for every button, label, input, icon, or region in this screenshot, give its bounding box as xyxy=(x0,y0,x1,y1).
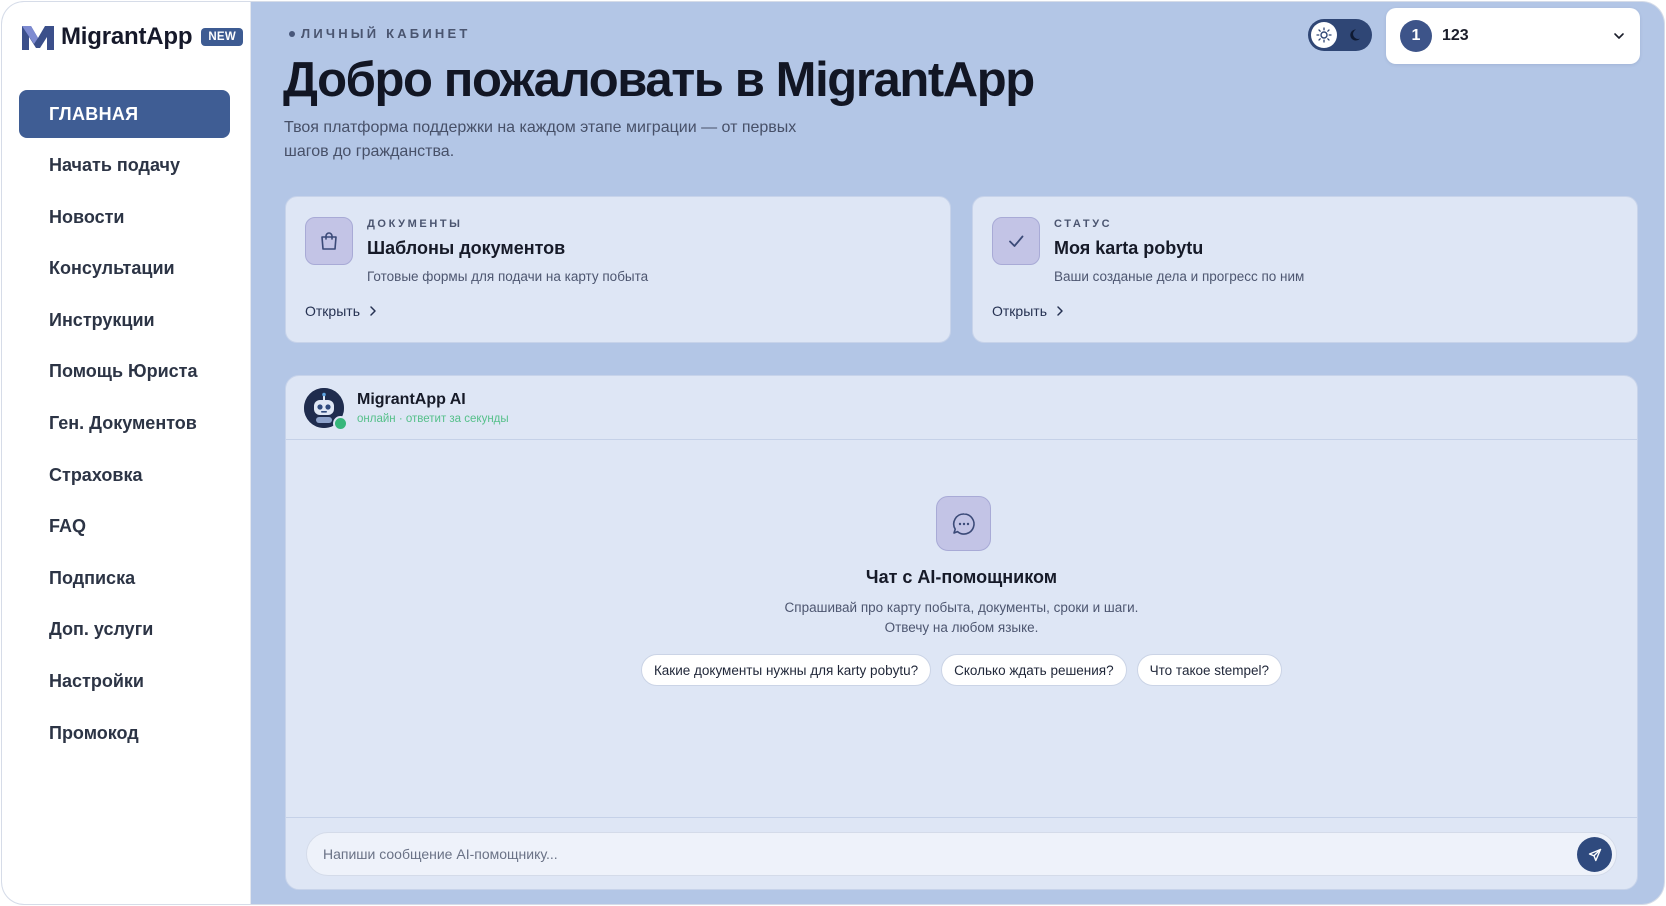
theme-toggle[interactable] xyxy=(1308,19,1372,51)
bot-name: MigrantApp AI xyxy=(357,391,466,408)
brand-name: MigrantApp xyxy=(61,23,193,50)
page-subtitle: Твоя платформа поддержки на каждом этапе… xyxy=(284,119,797,160)
open-link-label: Открыть xyxy=(992,303,1047,319)
eyebrow-label: ЛИЧНЫЙ КАБИНЕТ xyxy=(301,26,471,41)
suggestion-chip[interactable]: Какие документы нужны для karty pobytu? xyxy=(640,654,932,686)
chat-input-wrapper xyxy=(306,832,1617,876)
sidebar-item-promo-code[interactable]: Промокод xyxy=(19,709,230,757)
chat-empty-desc-line: Отвечу на любом языке. xyxy=(884,620,1039,635)
send-button[interactable] xyxy=(1577,837,1612,872)
sidebar-item-instructions[interactable]: Инструкции xyxy=(19,296,230,344)
avatar xyxy=(304,388,348,431)
sun-icon xyxy=(1311,22,1337,48)
sidebar-item-extra-services[interactable]: Доп. услуги xyxy=(19,606,230,654)
card-description: Ваши созданые дела и прогресс по ним xyxy=(1054,269,1305,284)
main-content: ЛИЧНЫЙ КАБИНЕТ Добро пожаловать в Migran… xyxy=(251,2,1664,904)
user-number-badge: 1 xyxy=(1400,20,1432,52)
sidebar-nav: ГЛАВНАЯ Начать подачу Новости Консультац… xyxy=(19,90,230,761)
shopping-bag-icon xyxy=(305,217,353,265)
sidebar: MigrantApp NEW ГЛАВНАЯ Начать подачу Нов… xyxy=(2,2,251,904)
chat-footer xyxy=(286,817,1637,889)
card-label: СТАТУС xyxy=(1054,218,1113,230)
sidebar-item-start-application[interactable]: Начать подачу xyxy=(19,142,230,190)
chat-empty-desc-line: Спрашивай про карту побыта, документы, с… xyxy=(784,600,1139,615)
eyebrow-dot-icon xyxy=(289,30,295,37)
chevron-down-icon xyxy=(1614,33,1624,39)
sidebar-item-consultations[interactable]: Консультации xyxy=(19,245,230,293)
chevron-right-icon xyxy=(1057,306,1063,316)
sidebar-item-insurance[interactable]: Страховка xyxy=(19,451,230,499)
sidebar-item-news[interactable]: Новости xyxy=(19,193,230,241)
chat-bubble-icon xyxy=(936,496,991,551)
suggestion-chips: Какие документы нужны для karty pobytu? … xyxy=(286,654,1637,686)
user-selector[interactable]: 1 123 xyxy=(1386,8,1640,64)
suggestion-chip[interactable]: Сколько ждать решения? xyxy=(941,654,1127,686)
open-status-link[interactable]: Открыть xyxy=(992,303,1065,319)
section-eyebrow: ЛИЧНЫЙ КАБИНЕТ xyxy=(289,26,470,41)
bot-status: онлайн · ответит за секунды xyxy=(357,413,509,425)
card-title: Моя karta pobytu xyxy=(1054,238,1204,258)
chat-empty-description: Спрашивай про карту побыта, документы, с… xyxy=(286,598,1637,638)
chat-message-input[interactable] xyxy=(323,833,1513,875)
sidebar-item-subscription[interactable]: Подписка xyxy=(19,554,230,602)
sidebar-item-faq[interactable]: FAQ xyxy=(19,503,230,551)
card-title: Шаблоны документов xyxy=(367,238,566,258)
chat-header: MigrantApp AI онлайн · ответит за секунд… xyxy=(286,376,1637,440)
open-templates-link[interactable]: Открыть xyxy=(305,303,378,319)
sidebar-item-document-generator[interactable]: Ген. Документов xyxy=(19,400,230,448)
card-description: Готовые формы для подачи на карту побыта xyxy=(367,269,649,284)
migrantapp-logo-icon xyxy=(22,26,54,50)
page-title: Добро пожаловать в MigrantApp xyxy=(283,53,1035,107)
sidebar-item-lawyer-help[interactable]: Помощь Юриста xyxy=(19,348,230,396)
chevron-right-icon xyxy=(370,306,376,316)
app-window: MigrantApp NEW ГЛАВНАЯ Начать подачу Нов… xyxy=(2,2,1664,904)
user-name: 123 xyxy=(1442,27,1469,44)
suggestion-chip[interactable]: Что такое stempel? xyxy=(1136,654,1283,686)
moon-icon xyxy=(1348,26,1366,44)
sidebar-item-settings[interactable]: Настройки xyxy=(19,658,230,706)
ai-chat-panel: MigrantApp AI онлайн · ответит за секунд… xyxy=(285,375,1638,890)
brand[interactable]: MigrantApp NEW xyxy=(20,22,244,52)
chat-empty-title: Чат с AI-помощником xyxy=(865,567,1058,587)
sidebar-item-home[interactable]: ГЛАВНАЯ xyxy=(19,90,230,138)
card-my-status: СТАТУС Моя karta pobytu Ваши созданые де… xyxy=(972,196,1638,343)
send-icon xyxy=(1588,848,1601,861)
check-icon xyxy=(992,217,1040,265)
online-status-dot xyxy=(333,416,348,431)
card-document-templates: ДОКУМЕНТЫ Шаблоны документов Готовые фор… xyxy=(285,196,951,343)
open-link-label: Открыть xyxy=(305,303,360,319)
new-badge: NEW xyxy=(201,28,244,46)
card-label: ДОКУМЕНТЫ xyxy=(367,218,463,230)
